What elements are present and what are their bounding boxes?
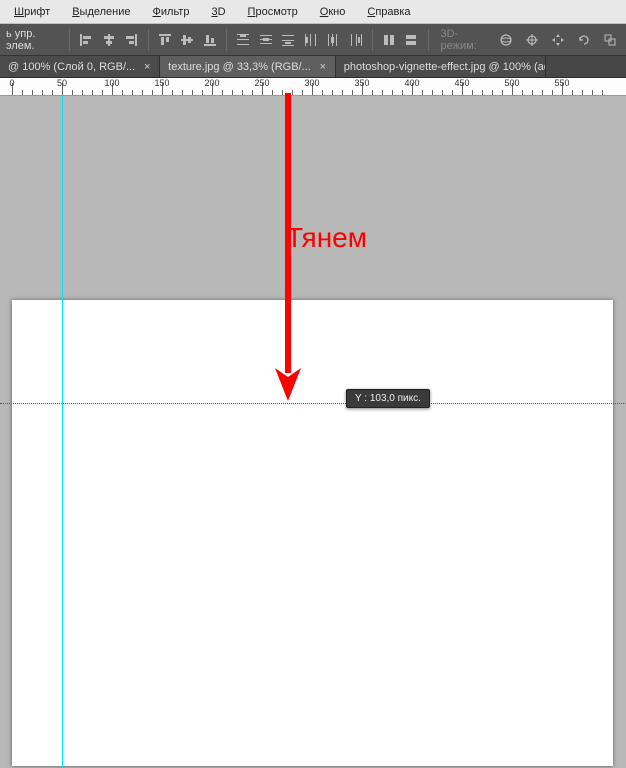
ruler-tick-label: 350	[354, 78, 369, 88]
annotation-text: Тянем	[286, 222, 367, 254]
distribute-h-center-icon[interactable]	[323, 28, 344, 52]
mode-3d-label: 3D-режим:	[435, 28, 492, 52]
distribute-bottom-icon[interactable]	[278, 28, 299, 52]
separator	[226, 29, 227, 51]
separator	[428, 29, 429, 51]
options-left-label: ь упр. элем.	[4, 28, 63, 52]
document-tabs: @ 100% (Слой 0, RGB/... × texture.jpg @ …	[0, 56, 626, 78]
document-tab-label: texture.jpg @ 33,3% (RGB/...	[168, 61, 311, 73]
menu-filter[interactable]: Фильтр	[143, 3, 200, 21]
document-tab[interactable]: @ 100% (Слой 0, RGB/... ×	[0, 56, 160, 77]
workspace[interactable]: Y : 103,0 пикс. Тянем	[0, 96, 626, 768]
orbit-3d-icon[interactable]	[494, 28, 518, 52]
ruler-tick-label: 150	[154, 78, 169, 88]
menu-bar: Шрифт Выделение Фильтр 3D Просмотр Окно …	[0, 0, 626, 24]
rotate-3d-icon[interactable]	[572, 28, 596, 52]
align-right-icon[interactable]	[121, 28, 142, 52]
ruler-tick-label: 450	[454, 78, 469, 88]
guide-horizontal[interactable]	[0, 403, 626, 404]
align-center-h-icon[interactable]	[99, 28, 120, 52]
document-tab-label: @ 100% (Слой 0, RGB/...	[8, 61, 135, 73]
auto-align-icon[interactable]	[379, 28, 400, 52]
distribute-top-icon[interactable]	[233, 28, 254, 52]
coordinate-tooltip: Y : 103,0 пикс.	[346, 389, 430, 408]
menu-3d[interactable]: 3D	[201, 3, 235, 21]
ruler-tick-label: 200	[204, 78, 219, 88]
align-bottom-icon[interactable]	[200, 28, 221, 52]
menu-font[interactable]: Шрифт	[4, 3, 60, 21]
close-icon[interactable]: ×	[317, 61, 329, 73]
separator	[372, 29, 373, 51]
close-icon[interactable]: ×	[141, 61, 153, 73]
separator	[148, 29, 149, 51]
auto-align-icon-2[interactable]	[401, 28, 422, 52]
document-tab-label: photoshop-vignette-effect.jpg @ 100% (ad…	[344, 61, 546, 73]
ruler-tick-label: 400	[404, 78, 419, 88]
move-3d-icon[interactable]	[546, 28, 570, 52]
ruler-tick-label: 50	[57, 78, 67, 88]
align-center-v-icon[interactable]	[177, 28, 198, 52]
align-top-icon[interactable]	[155, 28, 176, 52]
menu-window[interactable]: Окно	[310, 3, 356, 21]
align-left-icon[interactable]	[76, 28, 97, 52]
ruler-tick-label: 300	[304, 78, 319, 88]
menu-view[interactable]: Просмотр	[238, 3, 308, 21]
ruler-tick-label: 550	[554, 78, 569, 88]
canvas[interactable]	[12, 300, 613, 766]
document-tab[interactable]: texture.jpg @ 33,3% (RGB/... ×	[160, 56, 336, 77]
ruler-horizontal[interactable]: 0 50 100 150 200 250 300 350 400 450 500 550	[0, 78, 626, 96]
options-bar: ь упр. элем. 3D-режим:	[0, 24, 626, 56]
menu-help[interactable]: Справка	[357, 3, 420, 21]
scale-3d-icon[interactable]	[598, 28, 622, 52]
distribute-left-icon[interactable]	[300, 28, 321, 52]
guide-vertical[interactable]	[62, 96, 63, 768]
ruler-tick-label: 250	[254, 78, 269, 88]
ruler-tick-label: 0	[9, 78, 14, 88]
ruler-tick-label: 100	[104, 78, 119, 88]
distribute-v-center-icon[interactable]	[255, 28, 276, 52]
pan-3d-icon[interactable]	[520, 28, 544, 52]
distribute-right-icon[interactable]	[345, 28, 366, 52]
separator	[69, 29, 70, 51]
document-tab[interactable]: photoshop-vignette-effect.jpg @ 100% (ad…	[336, 56, 546, 77]
ruler-tick-label: 500	[504, 78, 519, 88]
menu-select[interactable]: Выделение	[62, 3, 140, 21]
